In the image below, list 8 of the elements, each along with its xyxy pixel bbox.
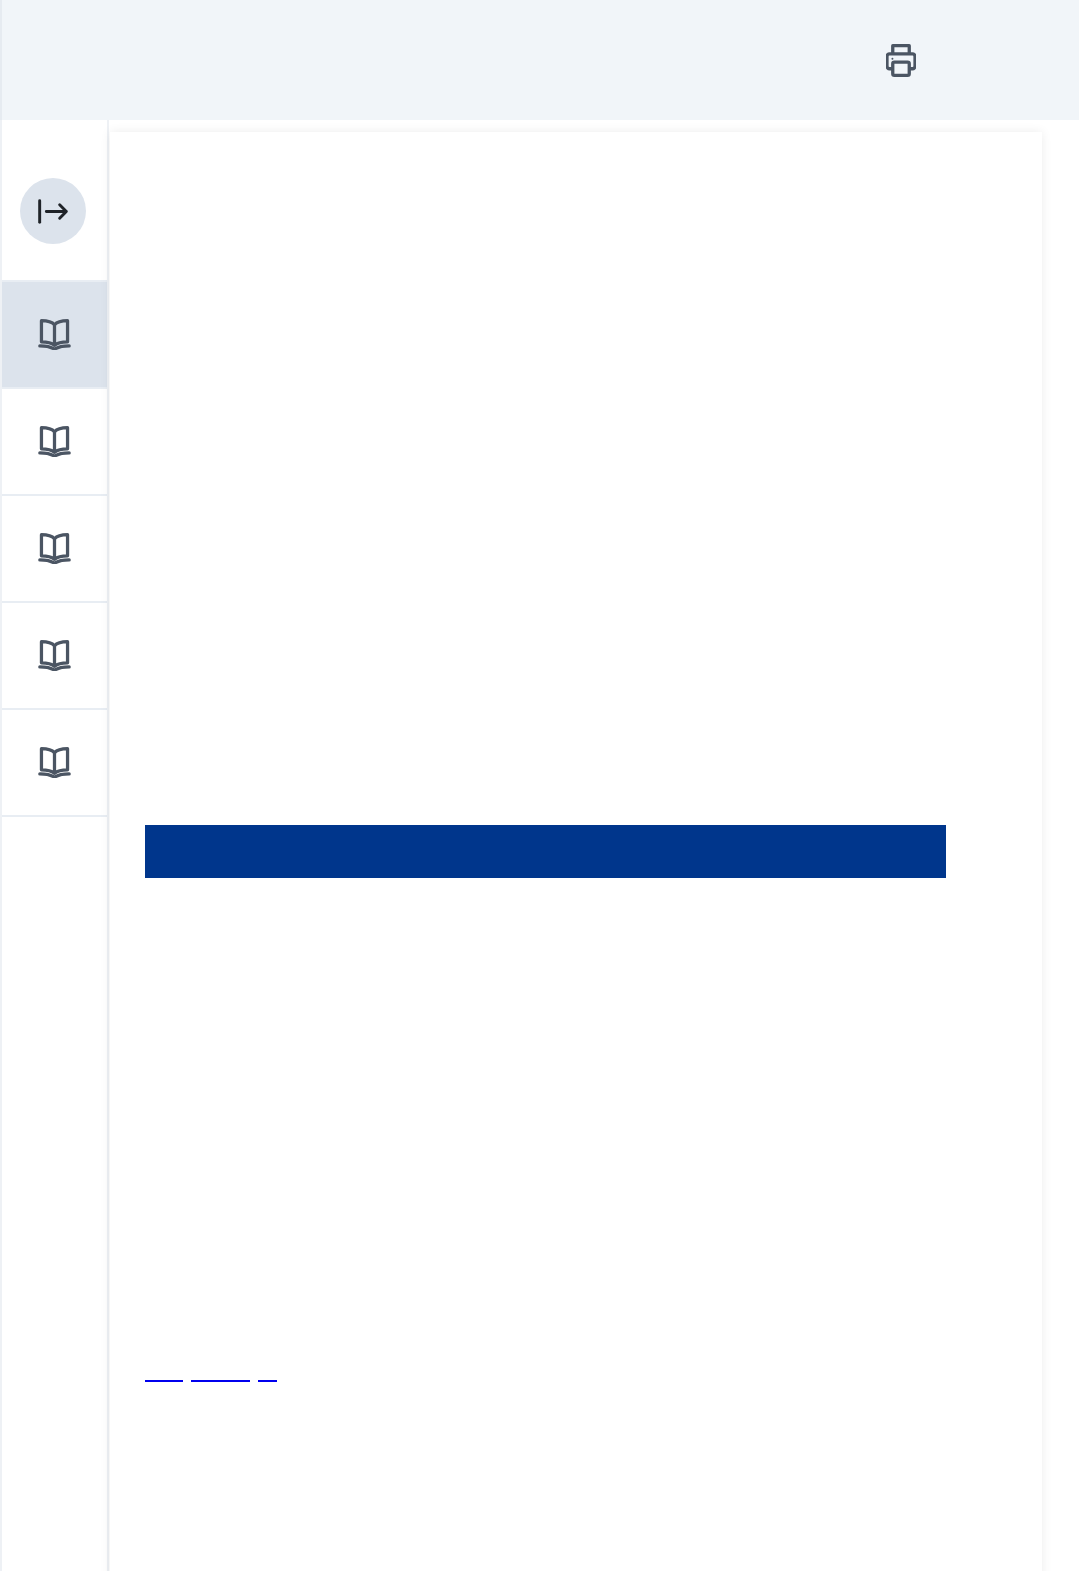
book-icon [38, 426, 71, 457]
expand-icon [36, 197, 69, 225]
book-icon [38, 533, 71, 564]
printer-icon [886, 43, 916, 77]
book-icon [38, 640, 71, 671]
sidebar-item[interactable] [2, 282, 107, 389]
book-icon [38, 319, 71, 350]
book-icon [38, 747, 71, 778]
